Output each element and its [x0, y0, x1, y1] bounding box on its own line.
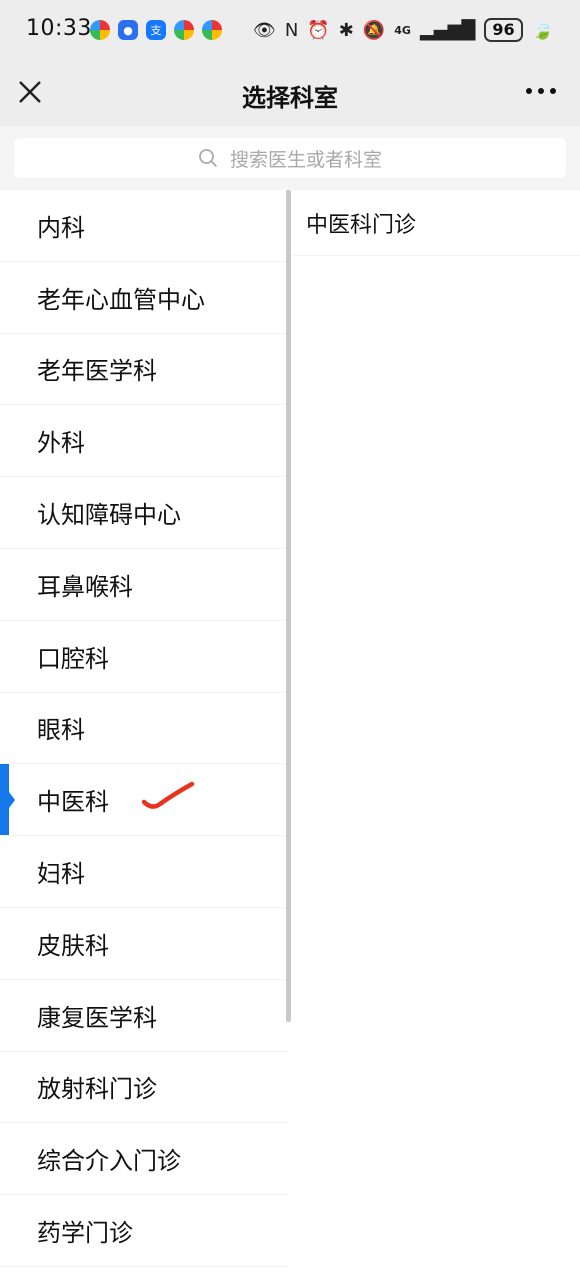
department-item[interactable]: 妇科: [0, 836, 290, 908]
notification-icons: ● 支: [90, 20, 222, 40]
system-icons: 👁 N ⏰ ✱ 🔕 4G ▂▄▆█ 96 🍃: [253, 18, 554, 42]
department-item[interactable]: 药学门诊: [0, 1195, 290, 1267]
check-mark-icon: [141, 782, 195, 810]
bluetooth-icon: ✱: [338, 19, 354, 41]
status-time: 10:33: [26, 16, 92, 41]
app-icon: [202, 20, 222, 40]
department-label: 老年医学科: [37, 357, 157, 386]
department-item[interactable]: 放射科门诊: [0, 1052, 290, 1124]
eye-icon: 👁: [252, 19, 276, 41]
department-item[interactable]: 口腔科: [0, 621, 290, 693]
department-label: 放射科门诊: [37, 1075, 157, 1104]
sub-department-list: 中医科门诊: [292, 190, 580, 256]
department-item[interactable]: 认知障碍中心: [0, 477, 290, 549]
sub-department-label: 中医科门诊: [306, 212, 417, 238]
department-label: 综合介入门诊: [37, 1147, 181, 1176]
sub-department-item[interactable]: 中医科门诊: [292, 190, 580, 256]
selected-indicator: [9, 791, 15, 808]
search-placeholder: 搜索医生或者科室: [229, 148, 382, 171]
department-item[interactable]: 眼科: [0, 693, 290, 765]
department-item[interactable]: 内科: [0, 190, 290, 262]
department-label: 内科: [37, 213, 85, 242]
department-item[interactable]: 康复医学科: [0, 980, 290, 1052]
scrollbar[interactable]: [286, 190, 291, 1022]
alarm-icon: ⏰: [307, 19, 330, 41]
page-title: 选择科室: [242, 84, 338, 112]
department-item[interactable]: 皮肤科: [0, 908, 290, 980]
department-label: 康复医学科: [37, 1003, 157, 1032]
main-content: 内科 老年心血管中心 老年医学科 外科 认知障碍中心 耳鼻喉科 口腔科 眼科 中…: [0, 190, 580, 1279]
department-label: 眼科: [37, 716, 85, 745]
department-label: 妇科: [37, 860, 85, 889]
more-dot: [550, 88, 556, 94]
department-list: 内科 老年心血管中心 老年医学科 外科 认知障碍中心 耳鼻喉科 口腔科 眼科 中…: [0, 190, 290, 1279]
department-label: 中医科: [37, 788, 109, 817]
more-dot: [526, 88, 532, 94]
department-label: 老年心血管中心: [37, 285, 205, 314]
app-icon: [174, 20, 194, 40]
department-item-selected[interactable]: 中医科: [0, 764, 290, 837]
nav-bar: 选择科室: [0, 62, 580, 126]
department-item[interactable]: 老年心血管中心: [0, 262, 290, 334]
department-label: 皮肤科: [37, 931, 109, 960]
mute-icon: 🔕: [362, 19, 386, 41]
search-bar: 搜索医生或者科室: [0, 126, 580, 190]
signal-icon: ▂▄▆█: [419, 19, 476, 41]
department-label: 认知障碍中心: [37, 501, 181, 530]
status-bar: 10:33 ● 支 👁 N ⏰ ✱ 🔕 4G ▂▄▆█ 96 🍃: [0, 0, 580, 62]
network-label: 4G: [394, 23, 411, 37]
department-item[interactable]: 外科: [0, 405, 290, 478]
department-item[interactable]: 综合介入门诊: [0, 1123, 290, 1196]
department-item[interactable]: 耳鼻喉科: [0, 549, 290, 621]
app-icon: ●: [118, 20, 138, 40]
more-dot: [538, 88, 544, 94]
leaf-icon: 🍃: [531, 19, 554, 41]
department-label: 外科: [37, 429, 85, 458]
department-label: 药学门诊: [37, 1219, 133, 1248]
search-icon: [199, 149, 218, 168]
app-icon: [90, 20, 110, 40]
department-label: 耳鼻喉科: [37, 572, 133, 601]
department-item[interactable]: 老年医学科: [0, 334, 290, 406]
department-label: 口腔科: [37, 644, 109, 673]
nfc-icon: N: [284, 19, 299, 41]
search-input[interactable]: 搜索医生或者科室: [14, 138, 566, 178]
alipay-icon: 支: [146, 20, 166, 40]
more-icon[interactable]: [526, 88, 556, 94]
battery-indicator: 96: [484, 18, 523, 42]
